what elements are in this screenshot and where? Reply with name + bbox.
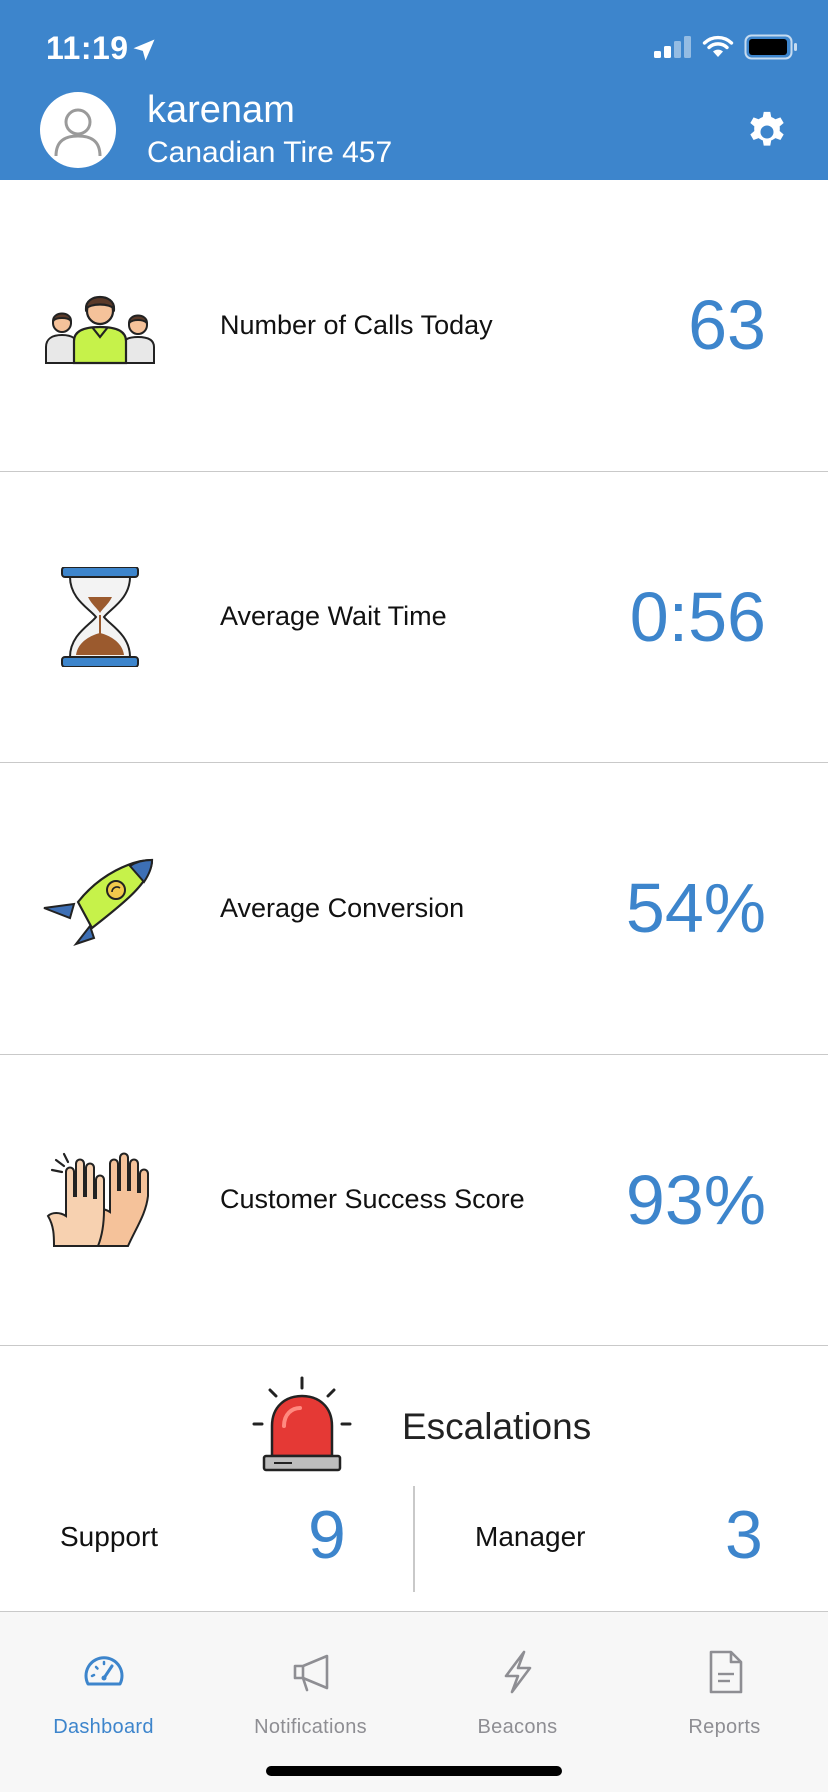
cellular-signal-icon	[654, 36, 691, 58]
support-label: Support	[60, 1521, 159, 1552]
metric-value: 54%	[625, 869, 766, 948]
metric-row-calls[interactable]: Number of Calls Today 63	[0, 180, 828, 472]
avatar[interactable]	[40, 92, 116, 168]
store-name: Canadian Tire 457	[147, 136, 393, 169]
tab-bar: Dashboard Notifications Beacons Reports	[0, 1612, 828, 1792]
tab-label: Beacons	[477, 1716, 558, 1738]
tab-reports[interactable]: Reports	[621, 1612, 828, 1752]
manager-label: Manager	[475, 1521, 586, 1552]
metric-row-success-score[interactable]: Customer Success Score 93%	[0, 1055, 828, 1346]
battery-icon	[744, 34, 797, 60]
metric-label: Customer Success Score	[220, 1184, 525, 1215]
metric-value: 93%	[625, 1160, 766, 1239]
status-time: 11:19	[46, 30, 129, 66]
tab-dashboard[interactable]: Dashboard	[0, 1612, 207, 1752]
megaphone-icon	[293, 1654, 329, 1692]
wifi-icon	[702, 35, 734, 57]
metrics-list: Number of Calls Today 63 Average Wait Ti…	[0, 180, 828, 1346]
speedometer-icon	[84, 1656, 124, 1686]
metric-row-conversion[interactable]: Average Conversion 54%	[0, 763, 828, 1055]
rocket-icon	[43, 858, 154, 946]
tab-label: Notifications	[254, 1716, 367, 1738]
support-count: 9	[308, 1497, 346, 1573]
home-indicator[interactable]	[266, 1766, 562, 1776]
gear-icon[interactable]	[744, 108, 790, 154]
metric-label: Average Wait Time	[220, 601, 447, 632]
metric-value: 63	[688, 286, 766, 365]
metric-label: Number of Calls Today	[220, 309, 493, 340]
siren-icon	[252, 1376, 352, 1472]
user-silhouette-icon	[54, 108, 102, 157]
tab-beacons[interactable]: Beacons	[414, 1612, 621, 1752]
status-indicators	[654, 34, 798, 60]
tab-notifications[interactable]: Notifications	[207, 1612, 414, 1752]
manager-count: 3	[725, 1497, 763, 1573]
metric-value: 0:56	[629, 577, 766, 656]
lightning-icon	[504, 1650, 532, 1694]
hourglass-icon	[61, 566, 139, 667]
location-arrow-icon	[133, 39, 155, 61]
clapping-hands-icon	[46, 1152, 149, 1247]
tab-label: Dashboard	[53, 1716, 154, 1738]
username: karenam	[147, 89, 295, 131]
document-icon	[709, 1650, 743, 1694]
escalations-title: Escalations	[402, 1406, 592, 1447]
metric-label: Average Conversion	[220, 892, 465, 923]
team-icon	[45, 295, 155, 365]
app-header: 11:19 karenam Canadian Tire 457	[0, 0, 828, 180]
escalations-panel: Escalations Support 9 Manager 3	[0, 1346, 828, 1612]
tab-label: Reports	[688, 1716, 761, 1738]
escalations-divider	[413, 1486, 415, 1592]
metric-row-wait-time[interactable]: Average Wait Time 0:56	[0, 472, 828, 763]
